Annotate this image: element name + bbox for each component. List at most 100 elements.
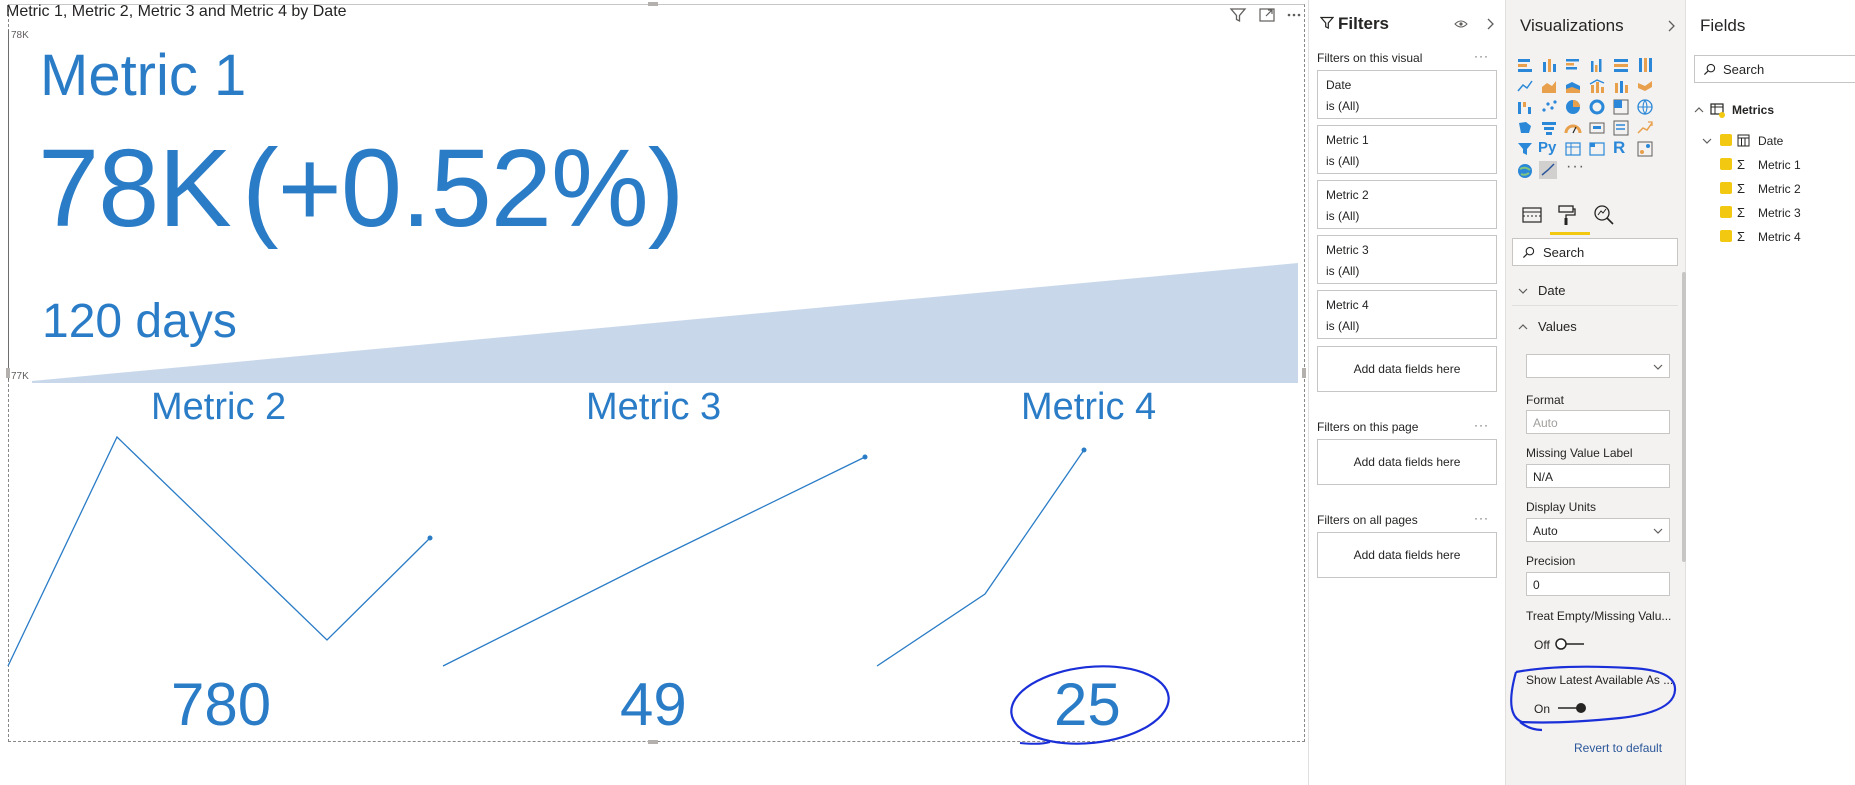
annotation-scribble xyxy=(1510,665,1677,732)
filter-card-date[interactable]: Date is (All) xyxy=(1317,70,1497,119)
stacked-bar-icon[interactable] xyxy=(1516,56,1534,74)
focus-mode-icon[interactable] xyxy=(1257,5,1277,25)
resize-handle-top[interactable] xyxy=(648,2,658,6)
fields-search-input[interactable]: Search xyxy=(1694,55,1855,83)
format-paint-roller-icon[interactable] xyxy=(1554,203,1578,227)
pie-chart-icon[interactable] xyxy=(1564,98,1582,116)
slicer-icon[interactable] xyxy=(1516,140,1534,158)
display-units-label: Display Units xyxy=(1526,500,1597,514)
filter-card-metric1[interactable]: Metric 1 is (All) xyxy=(1317,125,1497,174)
kpi-icon[interactable] xyxy=(1636,119,1654,137)
treat-empty-toggle[interactable] xyxy=(1554,637,1588,651)
scatter-icon[interactable] xyxy=(1540,98,1558,116)
fields-pane: Fields Search Metrics Date Σ Metric 1 Σ … xyxy=(1686,0,1855,785)
more-options-icon[interactable] xyxy=(1284,5,1304,25)
checkbox-checked-icon[interactable] xyxy=(1720,158,1732,170)
treemap-icon[interactable] xyxy=(1612,98,1630,116)
clustered-bar-icon[interactable] xyxy=(1564,56,1582,74)
chevron-down-icon[interactable] xyxy=(1702,137,1712,145)
chevron-right-icon[interactable] xyxy=(1666,20,1676,32)
waterfall-icon[interactable] xyxy=(1516,98,1534,116)
globe-custom-icon[interactable] xyxy=(1516,162,1534,180)
filter-card-state: is (All) xyxy=(1326,264,1360,278)
100pct-bar-icon[interactable] xyxy=(1612,56,1630,74)
field-metric2[interactable]: Metric 2 xyxy=(1758,182,1801,196)
missing-value-label: Missing Value Label xyxy=(1526,446,1633,460)
filter-card-state: is (All) xyxy=(1326,154,1360,168)
value-field-dropdown[interactable] xyxy=(1526,354,1670,378)
key-influencers-icon[interactable] xyxy=(1636,140,1654,158)
clustered-column-icon[interactable] xyxy=(1588,56,1606,74)
chevron-up-icon[interactable] xyxy=(1694,106,1704,114)
fields-title: Fields xyxy=(1700,16,1746,35)
add-data-fields-all-pages[interactable]: Add data fields here xyxy=(1317,532,1497,578)
resize-handle-right[interactable] xyxy=(1302,368,1306,378)
field-date[interactable]: Date xyxy=(1758,134,1783,148)
field-metric4[interactable]: Metric 4 xyxy=(1758,230,1801,244)
checkbox-checked-icon[interactable] xyxy=(1720,182,1732,194)
resize-handle-bottom[interactable] xyxy=(648,740,658,744)
more-visuals-icon[interactable]: ··· xyxy=(1566,158,1585,176)
checkbox-checked-icon[interactable] xyxy=(1720,206,1732,218)
revert-to-default-link[interactable]: Revert to default xyxy=(1574,741,1662,755)
map-icon[interactable] xyxy=(1636,98,1654,116)
stacked-area-icon[interactable] xyxy=(1564,77,1582,95)
filled-map-icon[interactable] xyxy=(1516,119,1534,137)
axis-max-label: 78K xyxy=(11,30,29,41)
more-options-icon[interactable]: ··· xyxy=(1474,49,1489,63)
metric4-name: Metric 4 xyxy=(1021,386,1157,428)
funnel-icon[interactable] xyxy=(1540,119,1558,137)
line-clustered-column-icon[interactable] xyxy=(1588,77,1606,95)
format-value: Auto xyxy=(1533,416,1558,430)
format-search-input[interactable]: Search xyxy=(1512,238,1678,266)
metric3-value: 49 xyxy=(620,671,687,738)
donut-chart-icon[interactable] xyxy=(1588,98,1606,116)
table-metrics[interactable]: Metrics xyxy=(1732,103,1774,117)
eye-icon[interactable] xyxy=(1454,19,1468,29)
line-chart-icon[interactable] xyxy=(1516,77,1534,95)
precision-input[interactable]: 0 xyxy=(1526,572,1670,596)
fields-tab-icon[interactable] xyxy=(1520,203,1544,227)
search-placeholder: Search xyxy=(1543,245,1585,260)
line-stacked-column-icon[interactable] xyxy=(1612,77,1630,95)
section-date[interactable]: Date xyxy=(1512,276,1678,306)
chevron-right-icon[interactable] xyxy=(1485,18,1495,30)
add-data-fields-page[interactable]: Add data fields here xyxy=(1317,439,1497,485)
gauge-icon[interactable] xyxy=(1564,119,1582,137)
ribbon-chart-icon[interactable] xyxy=(1636,77,1654,95)
missing-value-input[interactable]: N/A xyxy=(1526,464,1670,488)
python-visual-icon[interactable]: Py xyxy=(1538,139,1556,156)
display-units-dropdown[interactable]: Auto xyxy=(1526,518,1670,542)
multi-row-card-icon[interactable] xyxy=(1612,119,1630,137)
stacked-column-icon[interactable] xyxy=(1540,56,1558,74)
checkbox-checked-icon[interactable] xyxy=(1720,134,1732,146)
analytics-magnifier-icon[interactable] xyxy=(1592,203,1616,227)
resize-handle-left[interactable] xyxy=(6,368,10,378)
section-values[interactable]: Values xyxy=(1512,312,1678,342)
kpi-visual[interactable]: Metric 1, Metric 2, Metric 3 and Metric … xyxy=(0,0,1308,745)
filter-icon[interactable] xyxy=(1228,5,1248,25)
area-chart-icon[interactable] xyxy=(1540,77,1558,95)
100pct-column-icon[interactable] xyxy=(1636,56,1654,74)
card-icon[interactable] xyxy=(1588,119,1606,137)
matrix-icon[interactable] xyxy=(1588,140,1606,158)
add-data-fields-visual[interactable]: Add data fields here xyxy=(1317,346,1497,392)
filter-card-metric4[interactable]: Metric 4 is (All) xyxy=(1317,290,1497,339)
metric3-name: Metric 3 xyxy=(586,386,722,428)
format-input[interactable]: Auto xyxy=(1526,410,1670,434)
visualizations-title: Visualizations xyxy=(1520,16,1624,35)
selected-custom-visual-icon[interactable] xyxy=(1539,161,1557,179)
field-metric1[interactable]: Metric 1 xyxy=(1758,158,1801,172)
filter-card-metric2[interactable]: Metric 2 is (All) xyxy=(1317,180,1497,229)
filter-card-metric3[interactable]: Metric 3 is (All) xyxy=(1317,235,1497,284)
precision-value: 0 xyxy=(1533,578,1540,592)
r-visual-icon[interactable]: R xyxy=(1613,138,1625,158)
more-options-icon[interactable]: ··· xyxy=(1474,511,1489,525)
more-options-icon[interactable]: ··· xyxy=(1474,418,1489,432)
visual-selection-border xyxy=(8,4,1305,742)
checkbox-checked-icon[interactable] xyxy=(1720,230,1732,242)
table-icon[interactable] xyxy=(1564,140,1582,158)
field-metric3[interactable]: Metric 3 xyxy=(1758,206,1801,220)
metric1-axis xyxy=(8,30,9,380)
missing-value-text: N/A xyxy=(1533,470,1554,484)
